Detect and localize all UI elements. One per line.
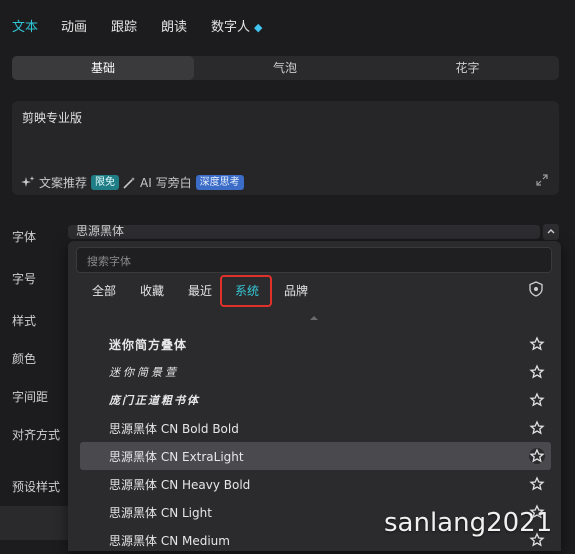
watermark-text: sanlang2021 — [384, 508, 553, 538]
expand-icon[interactable] — [536, 174, 548, 186]
star-icon[interactable] — [529, 364, 545, 380]
font-item-name: 思源黑体 CN Heavy Bold — [109, 478, 251, 492]
category-recent[interactable]: 最近 — [188, 282, 212, 299]
category-all[interactable]: 全部 — [92, 282, 116, 299]
font-item[interactable]: 迷你简景萱 — [80, 358, 551, 386]
font-item-hovered[interactable]: 思源黑体 CN ExtraLight — [80, 442, 551, 470]
tab-read-aloud[interactable]: 朗读 — [161, 16, 187, 35]
font-item-name: 迷你简景萱 — [109, 366, 179, 379]
label-style: 样式 — [12, 314, 37, 328]
font-search-box[interactable] — [76, 247, 552, 274]
font-item[interactable]: 庞门正道粗书体 — [80, 386, 551, 414]
tab-digital-human-label: 数字人 — [211, 20, 251, 35]
preset-row-bg — [0, 506, 68, 540]
copy-recommend-label: 文案推荐 — [39, 176, 88, 190]
star-icon[interactable] — [529, 476, 545, 492]
magic-wand-icon — [123, 176, 135, 189]
font-item-name: 思源黑体 CN ExtraLight — [109, 450, 244, 464]
label-preset-style: 预设样式 — [12, 480, 61, 494]
free-badge: 限免 — [91, 175, 120, 190]
chevron-up-icon — [547, 229, 555, 234]
font-item[interactable]: 迷你简方叠体 — [80, 330, 551, 358]
label-letter-spacing: 字间距 — [12, 390, 49, 404]
deep-think-badge: 深度思考 — [195, 175, 244, 190]
label-color: 颜色 — [12, 352, 37, 366]
tab-text[interactable]: 文本 — [12, 16, 38, 35]
shield-icon[interactable] — [528, 281, 544, 297]
sparkle-icon — [21, 175, 35, 187]
label-font: 字体 — [12, 230, 37, 244]
label-alignment: 对齐方式 — [12, 428, 61, 442]
font-item-name: 思源黑体 CN Bold Bold — [109, 422, 239, 436]
star-icon[interactable] — [529, 336, 545, 352]
diamond-icon: ◆ — [254, 21, 263, 34]
tab-animation[interactable]: 动画 — [61, 16, 87, 35]
font-select[interactable]: 思源黑体 — [68, 225, 540, 239]
font-item[interactable]: 思源黑体 CN Heavy Bold — [80, 470, 551, 498]
ai-narration-button[interactable]: AI 写旁白 深度思考 — [122, 174, 244, 191]
copy-recommend-button[interactable]: 文案推荐 限免 — [21, 174, 120, 191]
font-search-input[interactable] — [85, 248, 529, 274]
segment-basic[interactable]: 基础 — [12, 56, 194, 80]
star-icon[interactable] — [529, 448, 545, 464]
font-select-value: 思源黑体 — [76, 225, 125, 238]
scroll-up-indicator[interactable] — [310, 316, 318, 320]
font-dropdown: 全部 收藏 最近 系统 品牌 迷你简方叠体 迷你简景萱 庞门正道粗书体 思源黑体… — [68, 241, 561, 551]
font-item-name: 庞门正道粗书体 — [109, 394, 200, 407]
text-content-value[interactable]: 剪映专业版 — [22, 109, 82, 126]
font-item-name: 思源黑体 CN Light — [109, 506, 212, 520]
highlight-box — [220, 275, 272, 307]
category-favorites[interactable]: 收藏 — [140, 282, 164, 299]
segment-fancy-text[interactable]: 花字 — [376, 56, 559, 80]
label-font-size: 字号 — [12, 272, 37, 286]
star-icon[interactable] — [529, 420, 545, 436]
tab-digital-human[interactable]: 数字人 ◆ — [211, 16, 262, 35]
style-segmented-control: 基础 气泡 花字 — [12, 56, 559, 80]
segment-bubble[interactable]: 气泡 — [194, 56, 376, 80]
text-content-area[interactable]: 剪映专业版 文案推荐 限免 AI 写旁白 深度思考 — [12, 101, 559, 195]
tab-tracking[interactable]: 跟踪 — [111, 16, 137, 35]
font-select-spinner[interactable] — [543, 224, 559, 240]
font-item-name: 迷你简方叠体 — [109, 338, 188, 352]
category-brand[interactable]: 品牌 — [284, 282, 308, 299]
font-item-name: 思源黑体 CN Medium — [109, 534, 230, 548]
font-item[interactable]: 思源黑体 CN Bold Bold — [80, 414, 551, 442]
ai-narration-label: AI 写旁白 — [140, 176, 192, 190]
star-icon[interactable] — [529, 392, 545, 408]
